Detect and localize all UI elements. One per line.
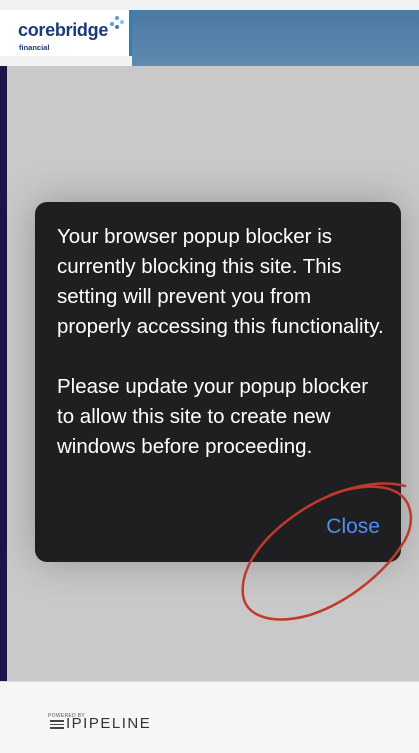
header-tint [132,10,419,66]
close-button[interactable]: Close [326,515,380,539]
dialog-message-paragraph-2: Please update your popup blocker to allo… [57,375,369,458]
dialog-message: Your browser popup blocker is currently … [57,222,387,462]
popup-blocker-dialog: Your browser popup blocker is currently … [35,202,401,562]
dialog-message-paragraph-1: Your browser popup blocker is currently … [57,225,384,338]
